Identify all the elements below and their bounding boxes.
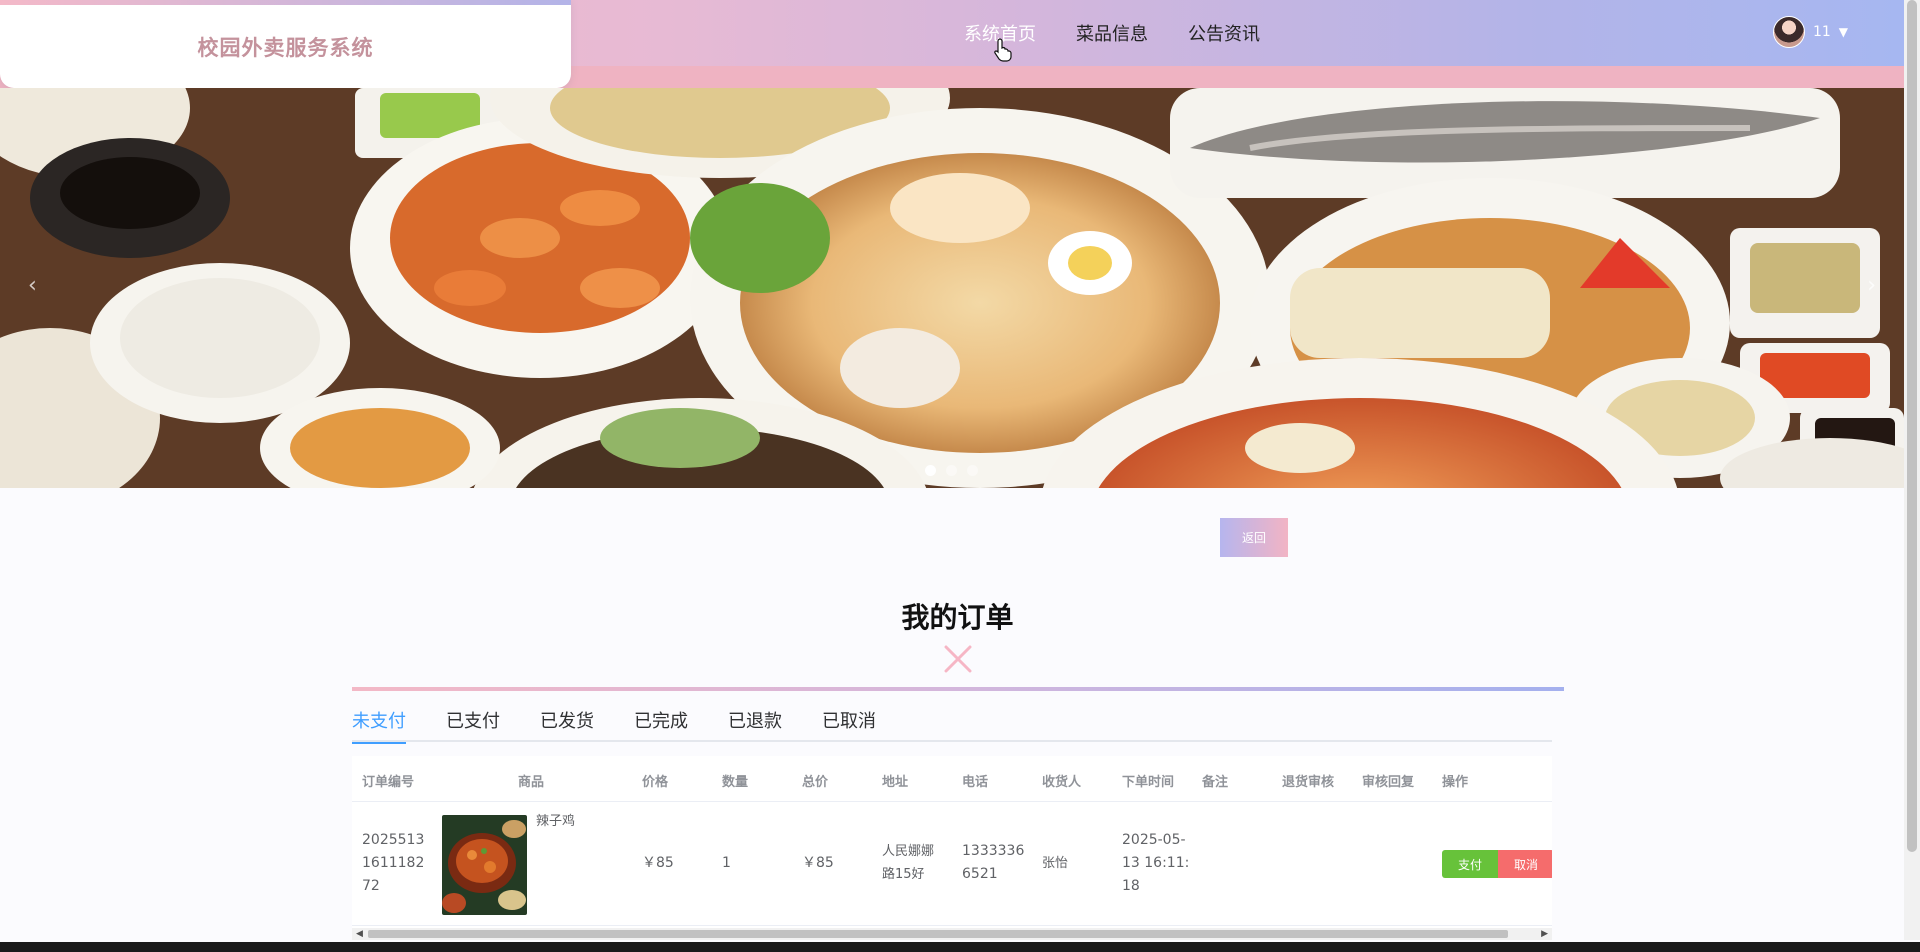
window-bottom-edge bbox=[0, 942, 1920, 952]
tab-unpaid[interactable]: 未支付 bbox=[352, 708, 406, 744]
banner-dot-1[interactable] bbox=[925, 465, 936, 476]
top-header: 校园外卖服务系统 系统首页 菜品信息 公告资讯 11 ▼ bbox=[0, 0, 1904, 88]
tab-refunded[interactable]: 已退款 bbox=[728, 708, 782, 742]
total-value: ￥85 bbox=[802, 855, 834, 871]
banner-next-icon[interactable]: › bbox=[1867, 273, 1876, 298]
user-name[interactable]: 11 bbox=[1813, 24, 1831, 40]
order-time-value: 2025-05- 13 16:11: 18 bbox=[1122, 832, 1190, 894]
title-divider bbox=[352, 687, 1564, 691]
col-order-time: 下单时间 bbox=[1122, 775, 1175, 790]
address-value: 人民娜娜 路15好 bbox=[882, 844, 935, 882]
col-phone: 电话 bbox=[962, 775, 989, 790]
page-title: 我的订单 bbox=[901, 601, 1014, 634]
col-remark: 备注 bbox=[1202, 775, 1229, 790]
tab-shipped[interactable]: 已发货 bbox=[540, 708, 594, 742]
col-receiver: 收货人 bbox=[1042, 775, 1082, 790]
col-address: 地址 bbox=[882, 775, 909, 790]
banner-prev-icon[interactable]: ‹ bbox=[28, 273, 37, 298]
table-horizontal-scrollbar[interactable]: ◀ ▶ bbox=[352, 928, 1552, 940]
cross-decoration-icon bbox=[944, 645, 972, 673]
tab-cancelled[interactable]: 已取消 bbox=[822, 708, 876, 742]
scroll-left-icon[interactable]: ◀ bbox=[356, 928, 363, 940]
tab-completed[interactable]: 已完成 bbox=[634, 708, 688, 742]
col-total: 总价 bbox=[802, 775, 829, 790]
tab-paid[interactable]: 已支付 bbox=[446, 708, 500, 742]
order-status-tabs: 未支付 已支付 已发货 已完成 已退款 已取消 bbox=[352, 708, 1552, 744]
page-vertical-scrollbar[interactable] bbox=[1904, 0, 1920, 940]
banner-carousel: ‹ › bbox=[0, 88, 1904, 488]
avatar[interactable] bbox=[1772, 16, 1805, 48]
scroll-right-icon[interactable]: ▶ bbox=[1541, 928, 1548, 940]
product-name: 辣子鸡 bbox=[536, 814, 576, 829]
col-quantity: 数量 bbox=[722, 775, 749, 790]
order-number: 2025513 1611182 72 bbox=[362, 832, 425, 894]
scrollbar-thumb[interactable] bbox=[368, 930, 1508, 938]
back-button[interactable]: 返回 bbox=[1220, 518, 1288, 557]
table-row: 2025513 1611182 72 辣子鸡 ￥85 1 ￥85 人民娜娜 路1… bbox=[352, 802, 1552, 926]
caret-down-icon[interactable]: ▼ bbox=[1839, 25, 1848, 39]
pay-button[interactable]: 支付 bbox=[1442, 850, 1498, 878]
col-return-review: 退货审核 bbox=[1282, 775, 1335, 790]
cancel-order-button[interactable]: 取消 bbox=[1498, 850, 1552, 878]
site-title: 校园外卖服务系统 bbox=[197, 35, 374, 60]
nav-dishes[interactable]: 菜品信息 bbox=[1076, 20, 1148, 50]
col-product: 商品 bbox=[518, 775, 545, 790]
hand-cursor-icon bbox=[994, 38, 1012, 62]
nav-announcements[interactable]: 公告资讯 bbox=[1188, 20, 1260, 50]
user-menu[interactable]: 11 ▼ bbox=[1772, 16, 1848, 48]
table-header: 订单编号 商品 价格 数量 总价 地址 电话 收货人 下单时间 备注 退货审核 … bbox=[352, 756, 1552, 802]
col-order-no: 订单编号 bbox=[362, 775, 415, 790]
banner-indicators bbox=[925, 465, 978, 476]
col-price: 价格 bbox=[642, 775, 669, 790]
quantity-value: 1 bbox=[722, 855, 731, 871]
banner-image bbox=[0, 88, 1904, 488]
col-review-reply: 审核回复 bbox=[1362, 775, 1415, 790]
dish-photo bbox=[442, 815, 527, 915]
banner-dot-2[interactable] bbox=[946, 465, 957, 476]
dish-image bbox=[442, 815, 527, 915]
col-actions: 操作 bbox=[1442, 775, 1469, 790]
receiver-value: 张怡 bbox=[1042, 856, 1069, 871]
page-scrollbar-thumb[interactable] bbox=[1907, 0, 1917, 852]
phone-value: 1333336 6521 bbox=[962, 843, 1025, 882]
price-value: ￥85 bbox=[642, 855, 674, 871]
orders-table: 订单编号 商品 价格 数量 总价 地址 电话 收货人 下单时间 备注 退货审核 … bbox=[352, 756, 1552, 940]
brand-card: 校园外卖服务系统 bbox=[0, 0, 571, 88]
banner-dot-3[interactable] bbox=[967, 465, 978, 476]
page: 校园外卖服务系统 系统首页 菜品信息 公告资讯 11 ▼ ‹ › 返回 我的订单… bbox=[0, 0, 1920, 952]
